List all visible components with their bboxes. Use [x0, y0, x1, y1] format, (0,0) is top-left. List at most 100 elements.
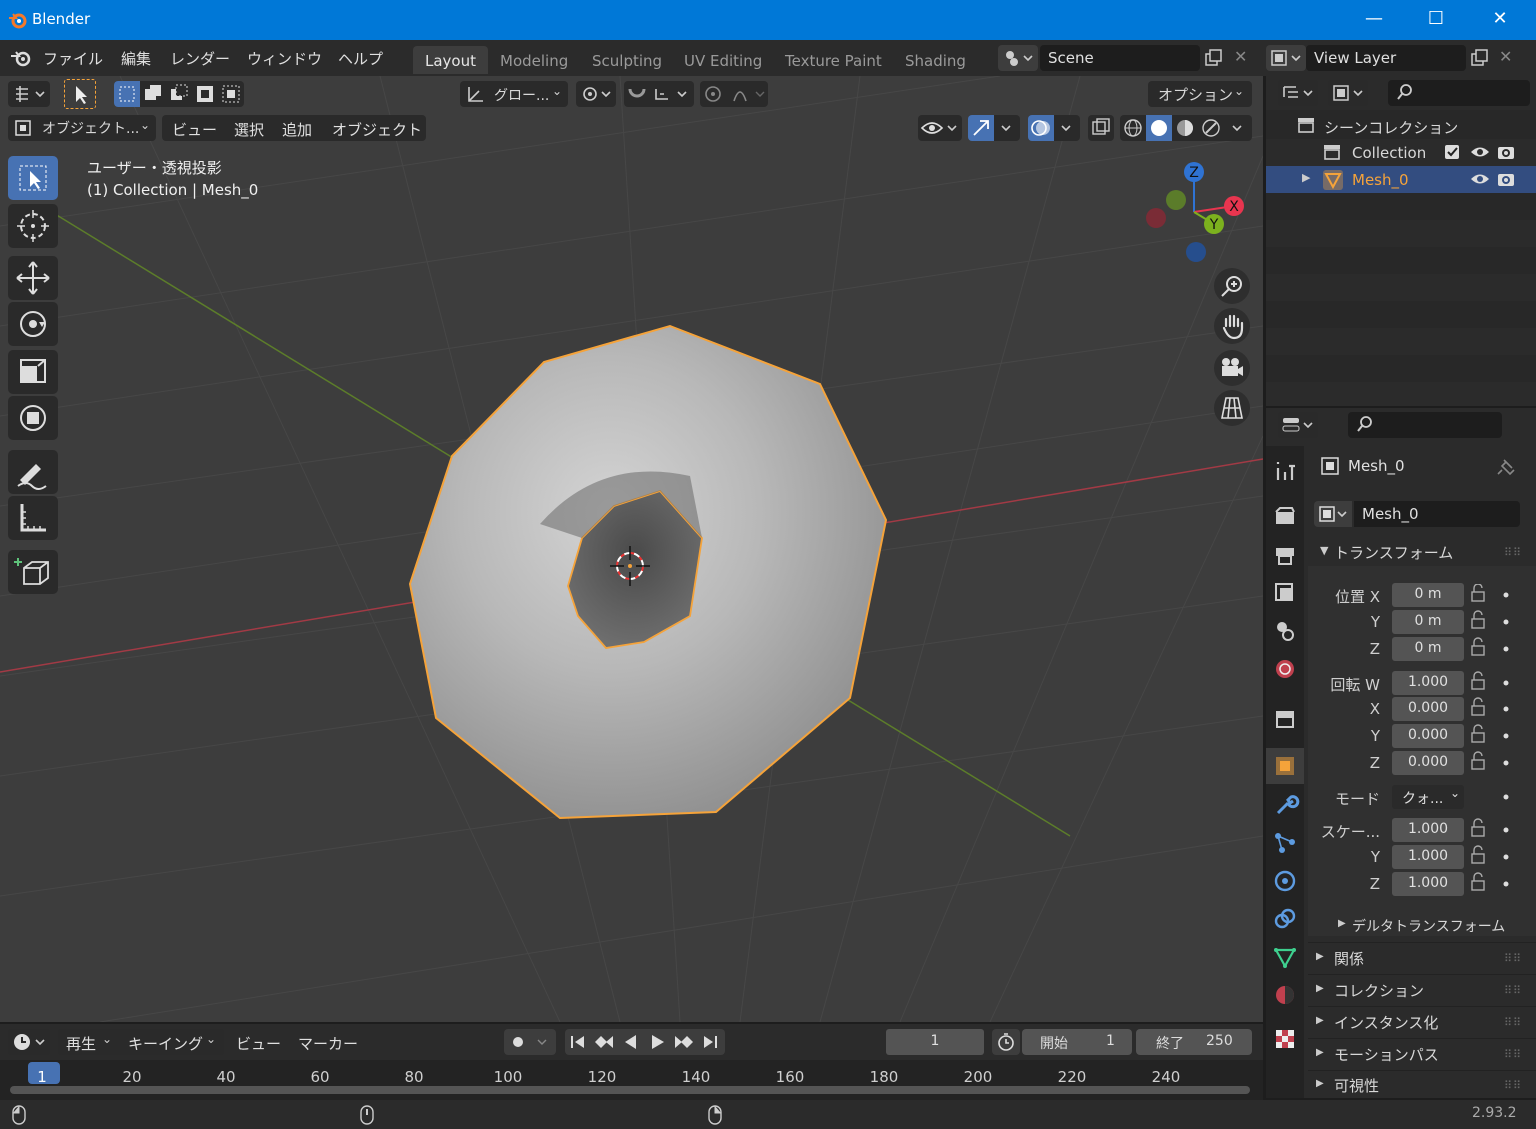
delta-transform-panel[interactable]: ▶ デルタトランスフォーム: [1326, 912, 1536, 938]
prev-keyframe-icon[interactable]: [591, 1029, 617, 1055]
checkbox-icon[interactable]: [1444, 144, 1460, 160]
menu-help[interactable]: ヘルプ: [338, 48, 383, 69]
select-invert-icon[interactable]: [192, 81, 218, 107]
close-window-button[interactable]: ✕: [1480, 8, 1520, 29]
material-tab-icon[interactable]: [1270, 980, 1300, 1010]
overlay-dropdown[interactable]: [1054, 115, 1080, 141]
view-layer-selector-button[interactable]: [1266, 45, 1306, 71]
drag-handle-icon[interactable]: ⠿⠿: [1504, 984, 1522, 997]
rendered-shading-icon[interactable]: [1198, 115, 1224, 141]
display-mode-button[interactable]: [1328, 80, 1368, 106]
xray-toggle-icon[interactable]: [1088, 115, 1114, 141]
timeline-editor-type-button[interactable]: [8, 1029, 50, 1055]
wireframe-shading-icon[interactable]: [1120, 115, 1146, 141]
scene-tab-icon[interactable]: [1270, 616, 1300, 646]
mesh-data-tab-icon[interactable]: [1270, 942, 1300, 972]
select-subtract-icon[interactable]: [166, 81, 192, 107]
new-view-layer-icon[interactable]: [1470, 49, 1490, 67]
texture-tab-icon[interactable]: [1270, 1024, 1300, 1054]
transform-panel-header[interactable]: ▼ トランスフォーム ⠿⠿: [1308, 536, 1536, 566]
output-tab-icon[interactable]: [1270, 540, 1300, 570]
menu-view[interactable]: ビュー: [172, 119, 217, 140]
tool-settings-button[interactable]: [8, 81, 50, 107]
pan-hand-icon[interactable]: [1214, 308, 1250, 344]
play-icon[interactable]: [645, 1029, 671, 1055]
start-frame-field[interactable]: 開始 1: [1022, 1029, 1132, 1055]
object-datablock-button[interactable]: [1314, 501, 1352, 527]
view-layer-tab-icon[interactable]: [1270, 578, 1300, 608]
perspective-toggle-icon[interactable]: [1214, 390, 1250, 426]
blender-menu-icon[interactable]: [10, 48, 32, 68]
transform-orientation-dropdown[interactable]: グロー... ⌄: [460, 81, 568, 107]
delete-scene-icon[interactable]: ✕: [1234, 47, 1247, 66]
visibility-panel[interactable]: ▶ 可視性 ⠿⠿: [1308, 1070, 1536, 1098]
new-scene-icon[interactable]: [1204, 49, 1224, 67]
drag-handle-icon[interactable]: ⠿⠿: [1504, 1016, 1522, 1029]
world-tab-icon[interactable]: [1270, 654, 1300, 684]
current-frame-field[interactable]: 1: [886, 1029, 984, 1055]
gizmo-dropdown[interactable]: [994, 115, 1020, 141]
zoom-icon[interactable]: [1214, 268, 1250, 304]
scene-name-field[interactable]: Scene: [1040, 45, 1200, 71]
eye-icon[interactable]: [1470, 171, 1490, 187]
cursor-tool[interactable]: [8, 204, 58, 248]
play-reverse-icon[interactable]: [617, 1029, 643, 1055]
tab-uv-editing[interactable]: UV Editing: [672, 46, 774, 74]
active-tool-icon[interactable]: [64, 79, 96, 109]
rotation-mode-dropdown[interactable]: クォ... ⌄: [1392, 785, 1464, 809]
tab-shading[interactable]: Shading: [893, 46, 978, 74]
end-frame-field[interactable]: 終了 250: [1136, 1029, 1252, 1055]
rotation-x-field[interactable]: 0.000: [1392, 697, 1464, 721]
overlay-toggle-icon[interactable]: [1028, 115, 1054, 141]
options-dropdown[interactable]: オプション ⌄: [1148, 81, 1252, 107]
collections-panel[interactable]: ▶ コレクション ⠿⠿: [1308, 974, 1536, 1004]
modifier-wrench-icon[interactable]: [1270, 790, 1300, 820]
drag-handle-icon[interactable]: ⠿⠿: [1504, 1079, 1522, 1092]
relations-panel[interactable]: ▶ 関係 ⠿⠿: [1308, 942, 1536, 972]
preview-range-toggle[interactable]: [992, 1029, 1020, 1055]
add-cube-tool[interactable]: [8, 550, 58, 594]
outliner-search-input[interactable]: [1388, 80, 1530, 106]
select-extend-icon[interactable]: [140, 81, 166, 107]
tab-modeling[interactable]: Modeling: [488, 46, 580, 74]
scene-selector-button[interactable]: [998, 45, 1038, 71]
drag-handle-icon[interactable]: ⠿⠿: [1504, 546, 1522, 559]
solid-shading-icon[interactable]: [1146, 115, 1172, 141]
viewport-scene[interactable]: [0, 76, 1263, 1022]
eye-icon[interactable]: [1470, 144, 1490, 160]
menu-keying[interactable]: キーイング: [128, 1033, 203, 1054]
navigation-gizmo[interactable]: Z X Y: [1142, 160, 1252, 270]
move-tool[interactable]: [8, 256, 58, 300]
outliner-row-mesh[interactable]: ▶ Mesh_0: [1266, 166, 1536, 193]
visibility-dropdown[interactable]: [918, 115, 962, 141]
menu-file[interactable]: ファイル: [43, 48, 103, 69]
tab-texture-paint[interactable]: Texture Paint: [773, 46, 894, 74]
properties-editor-type-button[interactable]: [1278, 412, 1318, 438]
collection-tab-icon[interactable]: [1270, 704, 1300, 734]
material-shading-icon[interactable]: [1172, 115, 1198, 141]
pivot-point-button[interactable]: [576, 81, 616, 107]
jump-end-icon[interactable]: [697, 1029, 723, 1055]
rotate-tool[interactable]: [8, 302, 58, 346]
tab-sculpting[interactable]: Sculpting: [580, 46, 674, 74]
menu-render[interactable]: レンダー: [170, 48, 230, 69]
camera-render-icon[interactable]: [1496, 170, 1516, 188]
shading-dropdown[interactable]: [1224, 115, 1252, 141]
pin-icon[interactable]: [1496, 456, 1516, 476]
outliner-editor-type-button[interactable]: [1278, 80, 1318, 106]
measure-tool[interactable]: [8, 496, 58, 540]
tool-tab-icon[interactable]: [1270, 456, 1300, 486]
timeline-scrollbar[interactable]: [10, 1086, 1250, 1094]
rotation-y-field[interactable]: 0.000: [1392, 724, 1464, 748]
properties-search-input[interactable]: [1348, 412, 1502, 438]
outliner-row-collection[interactable]: Collection: [1266, 139, 1536, 166]
scale-y-field[interactable]: 1.000: [1392, 845, 1464, 869]
menu-object[interactable]: オブジェクト: [332, 119, 422, 140]
transform-tool[interactable]: [8, 396, 58, 440]
drag-handle-icon[interactable]: ⠿⠿: [1504, 1048, 1522, 1061]
delete-view-layer-icon[interactable]: ✕: [1499, 47, 1512, 66]
menu-marker[interactable]: マーカー: [298, 1033, 358, 1054]
object-name-field[interactable]: Mesh_0: [1354, 501, 1520, 527]
rotation-z-field[interactable]: 0.000: [1392, 751, 1464, 775]
annotate-tool[interactable]: [8, 450, 58, 494]
